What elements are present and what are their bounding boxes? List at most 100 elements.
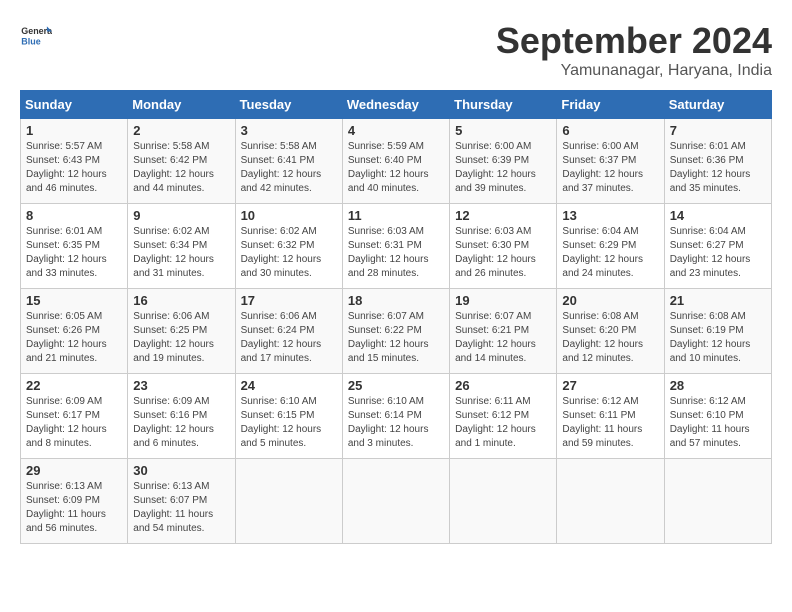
day-number: 5: [455, 123, 551, 138]
day-number: 4: [348, 123, 444, 138]
table-row: 13 Sunrise: 6:04 AM Sunset: 6:29 PM Dayl…: [557, 204, 664, 289]
table-row: [664, 459, 771, 544]
day-number: 22: [26, 378, 122, 393]
day-number: 13: [562, 208, 658, 223]
table-row: [450, 459, 557, 544]
table-row: [235, 459, 342, 544]
day-number: 16: [133, 293, 229, 308]
day-info: Sunrise: 6:04 AM Sunset: 6:27 PM Dayligh…: [670, 225, 766, 281]
day-info: Sunrise: 6:10 AM Sunset: 6:15 PM Dayligh…: [241, 395, 337, 451]
table-row: 24 Sunrise: 6:10 AM Sunset: 6:15 PM Dayl…: [235, 374, 342, 459]
day-info: Sunrise: 6:02 AM Sunset: 6:32 PM Dayligh…: [241, 225, 337, 281]
title-area: September 2024 Yamunanagar, Haryana, Ind…: [496, 20, 772, 80]
day-info: Sunrise: 6:03 AM Sunset: 6:30 PM Dayligh…: [455, 225, 551, 281]
day-info: Sunrise: 5:58 AM Sunset: 6:41 PM Dayligh…: [241, 140, 337, 196]
table-row: 15 Sunrise: 6:05 AM Sunset: 6:26 PM Dayl…: [21, 289, 128, 374]
svg-text:Blue: Blue: [21, 36, 40, 46]
table-row: 20 Sunrise: 6:08 AM Sunset: 6:20 PM Dayl…: [557, 289, 664, 374]
header-cell-tuesday: Tuesday: [235, 91, 342, 119]
day-number: 23: [133, 378, 229, 393]
table-row: 22 Sunrise: 6:09 AM Sunset: 6:17 PM Dayl…: [21, 374, 128, 459]
day-info: Sunrise: 6:06 AM Sunset: 6:24 PM Dayligh…: [241, 310, 337, 366]
day-info: Sunrise: 6:08 AM Sunset: 6:20 PM Dayligh…: [562, 310, 658, 366]
day-info: Sunrise: 6:00 AM Sunset: 6:39 PM Dayligh…: [455, 140, 551, 196]
day-number: 14: [670, 208, 766, 223]
day-info: Sunrise: 6:08 AM Sunset: 6:19 PM Dayligh…: [670, 310, 766, 366]
day-info: Sunrise: 6:07 AM Sunset: 6:21 PM Dayligh…: [455, 310, 551, 366]
day-number: 1: [26, 123, 122, 138]
day-info: Sunrise: 6:03 AM Sunset: 6:31 PM Dayligh…: [348, 225, 444, 281]
day-info: Sunrise: 6:01 AM Sunset: 6:36 PM Dayligh…: [670, 140, 766, 196]
day-number: 7: [670, 123, 766, 138]
day-info: Sunrise: 5:59 AM Sunset: 6:40 PM Dayligh…: [348, 140, 444, 196]
calendar-row: 29 Sunrise: 6:13 AM Sunset: 6:09 PM Dayl…: [21, 459, 772, 544]
day-number: 19: [455, 293, 551, 308]
day-number: 15: [26, 293, 122, 308]
header-cell-thursday: Thursday: [450, 91, 557, 119]
day-number: 18: [348, 293, 444, 308]
table-row: 4 Sunrise: 5:59 AM Sunset: 6:40 PM Dayli…: [342, 119, 449, 204]
table-row: 11 Sunrise: 6:03 AM Sunset: 6:31 PM Dayl…: [342, 204, 449, 289]
header-cell-wednesday: Wednesday: [342, 91, 449, 119]
day-info: Sunrise: 6:04 AM Sunset: 6:29 PM Dayligh…: [562, 225, 658, 281]
logo: General Blue: [20, 20, 52, 52]
table-row: 9 Sunrise: 6:02 AM Sunset: 6:34 PM Dayli…: [128, 204, 235, 289]
day-number: 27: [562, 378, 658, 393]
table-row: 1 Sunrise: 5:57 AM Sunset: 6:43 PM Dayli…: [21, 119, 128, 204]
table-row: 26 Sunrise: 6:11 AM Sunset: 6:12 PM Dayl…: [450, 374, 557, 459]
calendar-table: SundayMondayTuesdayWednesdayThursdayFrid…: [20, 90, 772, 544]
table-row: 3 Sunrise: 5:58 AM Sunset: 6:41 PM Dayli…: [235, 119, 342, 204]
table-row: 27 Sunrise: 6:12 AM Sunset: 6:11 PM Dayl…: [557, 374, 664, 459]
month-title: September 2024: [496, 20, 772, 62]
table-row: 10 Sunrise: 6:02 AM Sunset: 6:32 PM Dayl…: [235, 204, 342, 289]
day-info: Sunrise: 6:07 AM Sunset: 6:22 PM Dayligh…: [348, 310, 444, 366]
day-info: Sunrise: 5:57 AM Sunset: 6:43 PM Dayligh…: [26, 140, 122, 196]
logo-icon: General Blue: [20, 20, 52, 52]
table-row: 25 Sunrise: 6:10 AM Sunset: 6:14 PM Dayl…: [342, 374, 449, 459]
calendar-row: 8 Sunrise: 6:01 AM Sunset: 6:35 PM Dayli…: [21, 204, 772, 289]
day-number: 21: [670, 293, 766, 308]
header-cell-sunday: Sunday: [21, 91, 128, 119]
day-info: Sunrise: 6:09 AM Sunset: 6:17 PM Dayligh…: [26, 395, 122, 451]
header-cell-monday: Monday: [128, 91, 235, 119]
calendar-row: 15 Sunrise: 6:05 AM Sunset: 6:26 PM Dayl…: [21, 289, 772, 374]
header: General Blue September 2024 Yamunanagar,…: [20, 20, 772, 80]
table-row: 16 Sunrise: 6:06 AM Sunset: 6:25 PM Dayl…: [128, 289, 235, 374]
table-row: 29 Sunrise: 6:13 AM Sunset: 6:09 PM Dayl…: [21, 459, 128, 544]
table-row: 7 Sunrise: 6:01 AM Sunset: 6:36 PM Dayli…: [664, 119, 771, 204]
table-row: 6 Sunrise: 6:00 AM Sunset: 6:37 PM Dayli…: [557, 119, 664, 204]
day-info: Sunrise: 6:10 AM Sunset: 6:14 PM Dayligh…: [348, 395, 444, 451]
calendar-row: 1 Sunrise: 5:57 AM Sunset: 6:43 PM Dayli…: [21, 119, 772, 204]
table-row: 12 Sunrise: 6:03 AM Sunset: 6:30 PM Dayl…: [450, 204, 557, 289]
table-row: 2 Sunrise: 5:58 AM Sunset: 6:42 PM Dayli…: [128, 119, 235, 204]
day-info: Sunrise: 6:11 AM Sunset: 6:12 PM Dayligh…: [455, 395, 551, 451]
day-number: 25: [348, 378, 444, 393]
day-info: Sunrise: 6:13 AM Sunset: 6:09 PM Dayligh…: [26, 480, 122, 536]
day-number: 29: [26, 463, 122, 478]
day-info: Sunrise: 6:06 AM Sunset: 6:25 PM Dayligh…: [133, 310, 229, 366]
table-row: 21 Sunrise: 6:08 AM Sunset: 6:19 PM Dayl…: [664, 289, 771, 374]
table-row: 30 Sunrise: 6:13 AM Sunset: 6:07 PM Dayl…: [128, 459, 235, 544]
day-number: 30: [133, 463, 229, 478]
day-info: Sunrise: 5:58 AM Sunset: 6:42 PM Dayligh…: [133, 140, 229, 196]
day-number: 9: [133, 208, 229, 223]
day-info: Sunrise: 6:00 AM Sunset: 6:37 PM Dayligh…: [562, 140, 658, 196]
day-number: 8: [26, 208, 122, 223]
day-info: Sunrise: 6:09 AM Sunset: 6:16 PM Dayligh…: [133, 395, 229, 451]
day-info: Sunrise: 6:05 AM Sunset: 6:26 PM Dayligh…: [26, 310, 122, 366]
day-number: 17: [241, 293, 337, 308]
calendar-body: 1 Sunrise: 5:57 AM Sunset: 6:43 PM Dayli…: [21, 119, 772, 544]
day-number: 10: [241, 208, 337, 223]
table-row: [557, 459, 664, 544]
day-info: Sunrise: 6:12 AM Sunset: 6:11 PM Dayligh…: [562, 395, 658, 451]
day-number: 20: [562, 293, 658, 308]
day-number: 11: [348, 208, 444, 223]
day-number: 2: [133, 123, 229, 138]
table-row: 23 Sunrise: 6:09 AM Sunset: 6:16 PM Dayl…: [128, 374, 235, 459]
table-row: 5 Sunrise: 6:00 AM Sunset: 6:39 PM Dayli…: [450, 119, 557, 204]
table-row: 19 Sunrise: 6:07 AM Sunset: 6:21 PM Dayl…: [450, 289, 557, 374]
table-row: 17 Sunrise: 6:06 AM Sunset: 6:24 PM Dayl…: [235, 289, 342, 374]
table-row: 18 Sunrise: 6:07 AM Sunset: 6:22 PM Dayl…: [342, 289, 449, 374]
day-number: 6: [562, 123, 658, 138]
day-info: Sunrise: 6:01 AM Sunset: 6:35 PM Dayligh…: [26, 225, 122, 281]
